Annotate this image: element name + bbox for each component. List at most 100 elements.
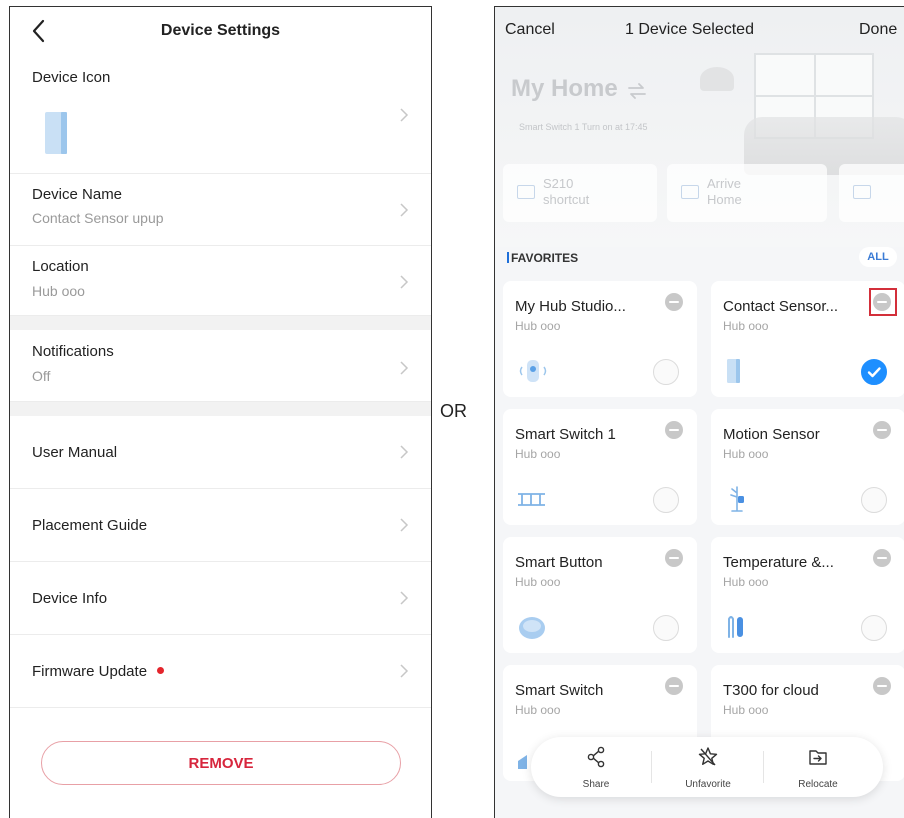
hub-icon	[519, 360, 547, 382]
remove-favorite-icon[interactable]	[665, 677, 683, 695]
chevron-right-icon	[400, 445, 409, 459]
chevron-right-icon	[400, 361, 409, 375]
shortcut-line1: Arrive	[707, 176, 741, 191]
relocate-label: Relocate	[798, 779, 838, 790]
relocate-icon	[809, 750, 827, 765]
shortcut-icon	[517, 185, 535, 199]
notifications-label: Notifications	[32, 343, 114, 360]
device-location: Hub ooo	[515, 703, 561, 717]
device-name: Contact Sensor...	[723, 298, 839, 315]
device-location: Hub ooo	[723, 703, 769, 717]
share-icon	[587, 746, 605, 768]
shortcut-line2: shortcut	[543, 192, 590, 207]
home-name: My Home	[511, 75, 618, 102]
device-selection-screen: Cancel 1 Device Selected Done My Home Sm…	[494, 6, 904, 818]
update-available-badge	[157, 666, 165, 674]
device-icon-label: Device Icon	[32, 69, 111, 86]
cancel-button[interactable]: Cancel	[505, 21, 555, 39]
remove-button[interactable]: REMOVE	[41, 741, 401, 785]
device-info-label: Device Info	[32, 590, 108, 607]
select-checkbox[interactable]	[861, 487, 887, 513]
firmware-update-label: Firmware Update	[32, 663, 148, 680]
remove-favorite-icon[interactable]	[665, 421, 683, 439]
select-checkbox-checked[interactable]	[861, 359, 887, 385]
button-icon	[519, 617, 545, 639]
select-checkbox[interactable]	[653, 487, 679, 513]
done-button[interactable]: Done	[859, 21, 897, 39]
device-name-row[interactable]: Device Name Contact Sensor upup	[10, 174, 431, 246]
play-icon	[681, 185, 699, 199]
shortcut-line2: Home	[707, 192, 742, 207]
favorites-label: FAVORITES	[511, 251, 579, 265]
lamp-illustration	[700, 67, 734, 91]
device-card[interactable]: Contact Sensor... Hub ooo	[711, 281, 904, 397]
relocate-button[interactable]: Relocate	[763, 737, 873, 797]
select-checkbox[interactable]	[861, 615, 887, 641]
device-name: Smart Switch	[515, 682, 604, 699]
device-name: Motion Sensor	[723, 426, 820, 443]
device-card[interactable]: My Hub Studio... Hub ooo	[503, 281, 697, 397]
device-card[interactable]: Motion Sensor Hub ooo	[711, 409, 904, 525]
shortcut-icon	[853, 185, 871, 199]
action-divider	[651, 751, 652, 783]
contact-sensor-icon	[727, 359, 740, 383]
shortcut-card[interactable]: Arrive Home	[667, 164, 827, 222]
remove-favorite-icon[interactable]	[665, 549, 683, 567]
unfavorite-label: Unfavorite	[685, 779, 731, 790]
device-name: Smart Switch 1	[515, 426, 616, 443]
favorites-heading: FAVORITES	[507, 251, 578, 265]
device-name: Smart Button	[515, 554, 603, 571]
motion-sensor-icon	[730, 486, 744, 512]
highlight-box	[869, 288, 897, 316]
settings-header: Device Settings	[10, 7, 431, 53]
unfavorite-icon	[698, 747, 718, 766]
device-location: Hub ooo	[515, 575, 561, 589]
location-value: Hub ooo	[32, 283, 85, 299]
user-manual-row[interactable]: User Manual	[10, 416, 431, 489]
notifications-row[interactable]: Notifications Off	[10, 330, 431, 402]
device-info-row[interactable]: Device Info	[10, 562, 431, 635]
chevron-right-icon	[400, 591, 409, 605]
placement-guide-label: Placement Guide	[32, 517, 148, 534]
device-card[interactable]: Smart Button Hub ooo	[503, 537, 697, 653]
contact-sensor-icon	[45, 112, 67, 154]
user-manual-label: User Manual	[32, 444, 118, 461]
device-name: My Hub Studio...	[515, 298, 626, 315]
placement-guide-row[interactable]: Placement Guide	[10, 489, 431, 562]
device-card[interactable]: Temperature &... Hub ooo	[711, 537, 904, 653]
section-divider	[10, 316, 431, 330]
shortcut-line1: S210	[543, 176, 574, 191]
device-settings-screen: Device Settings Device Icon Device Name …	[9, 6, 432, 818]
chevron-right-icon	[400, 518, 409, 532]
remove-favorite-icon[interactable]	[665, 293, 683, 311]
device-card[interactable]: Smart Switch 1 Hub ooo	[503, 409, 697, 525]
section-divider	[10, 402, 431, 416]
select-checkbox[interactable]	[653, 615, 679, 641]
remove-favorite-icon[interactable]	[873, 421, 891, 439]
chevron-right-icon	[400, 108, 409, 122]
device-name: T300 for cloud	[723, 682, 819, 699]
chevron-right-icon	[400, 203, 409, 217]
or-separator: OR	[440, 401, 467, 421]
home-activity-text: Smart Switch 1 Turn on at 17:45	[519, 122, 648, 132]
remove-favorite-icon[interactable]	[873, 677, 891, 695]
shortcut-card[interactable]: S210 shortcut	[503, 164, 657, 222]
location-row[interactable]: Location Hub ooo	[10, 246, 431, 316]
firmware-update-text: Firmware Update	[32, 663, 165, 680]
firmware-update-row[interactable]: Firmware Update	[10, 635, 431, 708]
chevron-right-icon	[400, 664, 409, 678]
device-name: Temperature &...	[723, 554, 834, 571]
device-location: Hub ooo	[723, 575, 769, 589]
remove-favorite-icon[interactable]	[873, 549, 891, 567]
location-label: Location	[32, 258, 89, 275]
all-button[interactable]: ALL	[859, 247, 897, 267]
checkmark-icon	[867, 366, 881, 377]
share-button[interactable]: Share	[541, 737, 651, 797]
selection-count: 1 Device Selected	[625, 21, 754, 38]
shortcut-card-partial[interactable]	[839, 164, 904, 222]
device-icon-row[interactable]: Device Icon	[10, 53, 431, 174]
select-checkbox[interactable]	[653, 359, 679, 385]
selection-toolbar: Cancel 1 Device Selected Done	[495, 7, 904, 47]
unfavorite-button[interactable]: Unfavorite	[653, 737, 763, 797]
device-name-label: Device Name	[32, 186, 123, 203]
